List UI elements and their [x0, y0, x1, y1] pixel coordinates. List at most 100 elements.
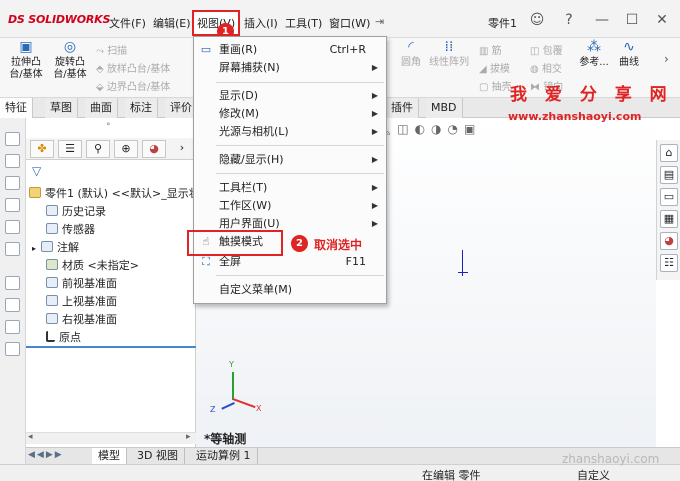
appearance-icon[interactable]: ◕ [660, 232, 678, 250]
scroll-right-icon[interactable]: ▸ [186, 432, 191, 442]
menu-separator [216, 173, 384, 174]
menu-insert[interactable]: 插入(I) [244, 15, 278, 31]
status-customize[interactable]: 自定义 [577, 467, 610, 481]
watermark-bottom: zhanshaoyi.com [562, 452, 660, 466]
tab-sketch[interactable]: 草图 [45, 98, 78, 118]
tree-item-sensors[interactable]: 传感器 [46, 223, 95, 237]
feature-tree-tab-icon[interactable]: ✤ [30, 140, 54, 158]
tree-item-front-plane[interactable]: 前视基准面 [46, 277, 117, 291]
sketch-tool-icon[interactable] [5, 176, 20, 190]
tab-markup[interactable]: 标注 [125, 98, 158, 118]
property-manager-tab-icon[interactable]: ☰ [58, 140, 82, 158]
section-icon[interactable] [5, 298, 20, 312]
tabs-scroll-right-icon[interactable]: › [170, 140, 194, 158]
configuration-tab-icon[interactable]: ⚲ [86, 140, 110, 158]
tab-motion-study[interactable]: 运动算例 1 [190, 448, 258, 465]
heads-up-toolbar[interactable]: 🔍︎◫◐◑◔▣ [376, 122, 481, 136]
origin-triad [458, 250, 468, 280]
task-pane-tabs: ⌂ ▤ ▭ ▦ ◕ ☷ [656, 140, 680, 280]
document-title: 零件1 [488, 17, 517, 30]
menu-item-redraw[interactable]: ▭ 重画(R) Ctrl+R [194, 41, 386, 59]
boundary-button[interactable]: ⬙ 边界凸台/基体 [96, 78, 170, 93]
rollback-bar[interactable] [26, 346, 196, 348]
maximize-icon[interactable]: ☐ [623, 11, 641, 29]
sketch-tool-icon[interactable] [5, 154, 20, 168]
menu-tools[interactable]: 工具(T) [285, 15, 322, 31]
shell-button[interactable]: ▢ 抽壳 [479, 78, 512, 93]
file-explorer-icon[interactable]: ▭ [660, 188, 678, 206]
sketch-tool-icon[interactable] [5, 132, 20, 146]
sketch-tool-icon[interactable] [5, 220, 20, 234]
rib-button[interactable]: ▥ 筋 [479, 42, 502, 57]
menu-item-toolbars[interactable]: 工具栏(T) ▶ [194, 179, 386, 197]
scroll-left-icon[interactable]: ◂ [28, 432, 33, 442]
custom-properties-icon[interactable]: ☷ [660, 254, 678, 272]
fullscreen-icon: ⛶ [202, 255, 210, 268]
design-library-icon[interactable]: ▤ [660, 166, 678, 184]
tree-item-origin[interactable]: 原点 [46, 331, 81, 345]
filter-icon[interactable]: ▽ [32, 164, 41, 178]
extrude-boss-button[interactable]: ▣ 拉伸凸 台/基体 [6, 40, 46, 81]
fillet-button[interactable]: ◜ 圆角 [398, 39, 424, 69]
wrap-button[interactable]: ◫ 包覆 [530, 42, 563, 57]
horizontal-scrollbar[interactable]: ◂ ▸ [26, 432, 196, 444]
ribbon-more-icon[interactable]: › [664, 52, 669, 66]
plane-icon [46, 313, 58, 324]
reference-geometry-button[interactable]: ⁂ 参考... [578, 40, 610, 69]
measure-icon[interactable] [5, 276, 20, 290]
tab-mbd[interactable]: MBD [426, 98, 463, 118]
tab-surfaces[interactable]: 曲面 [85, 98, 118, 118]
tab-model[interactable]: 模型 [92, 448, 127, 465]
menu-edit[interactable]: 编辑(E) [153, 15, 191, 31]
revolve-boss-button[interactable]: ◎ 旋转凸 台/基体 [50, 40, 90, 81]
display-manager-tab-icon[interactable]: ◕ [142, 140, 166, 158]
watermark-url: www.zhanshaoyi.com [508, 110, 642, 123]
tab-scroll-arrows-icon[interactable]: ◀◀▶▶ [28, 450, 64, 460]
view-menu-dropdown: ▭ 重画(R) Ctrl+R 屏幕捕获(N) ▶ 显示(D) ▶ 修改(M) ▶… [193, 36, 387, 304]
touch-mode-highlight [187, 230, 283, 256]
menu-item-workspace[interactable]: 工作区(W) ▶ [194, 197, 386, 215]
view-palette-icon[interactable]: ▦ [660, 210, 678, 228]
tree-item-annotations[interactable]: ▸ 注解 [32, 241, 79, 256]
tab-features[interactable]: 特征 [0, 98, 33, 118]
tree-item-history[interactable]: 历史记录 [46, 205, 106, 219]
curves-button[interactable]: ∿ 曲线 [614, 40, 644, 69]
menu-item-lights-cameras[interactable]: 光源与相机(L) ▶ [194, 123, 386, 141]
sketch-tool-icon[interactable] [5, 198, 20, 212]
linear-pattern-button[interactable]: ⁞⁞ 线性阵列 [427, 40, 471, 69]
material-icon [46, 259, 58, 270]
menu-item-customize-menu[interactable]: 自定义菜单(M) [194, 281, 386, 299]
feature-manager-tabs: ✤ ☰ ⚲ ⊕ ◕ › [26, 138, 196, 160]
sketch-tool-icon[interactable] [5, 242, 20, 256]
expand-arrow-icon[interactable]: ▸ [32, 244, 36, 253]
tab-3d-views[interactable]: 3D 视图 [131, 448, 185, 465]
home-icon[interactable]: ⌂ [660, 144, 678, 162]
minimize-icon[interactable]: — [593, 11, 611, 29]
view-icon[interactable] [5, 342, 20, 356]
sweep-button[interactable]: ⤳ 扫描 [96, 42, 127, 57]
close-icon[interactable]: ✕ [653, 11, 671, 29]
view-icon[interactable] [5, 320, 20, 334]
draft-button[interactable]: ◢ 拔模 [479, 60, 510, 75]
menu-file[interactable]: 文件(F) [109, 15, 146, 31]
tree-item-material[interactable]: 材质 <未指定> [46, 259, 139, 273]
collapse-handle[interactable]: ° [106, 122, 111, 132]
intersect-button[interactable]: ◍ 相交 [530, 60, 562, 75]
menu-item-hide-show[interactable]: 隐藏/显示(H) ▶ [194, 151, 386, 169]
pin-icon[interactable]: ⇥ [375, 15, 384, 28]
user-icon[interactable]: ☺ [528, 11, 546, 29]
tree-root-part[interactable]: 零件1 (默认) <<默认>_显示状 [29, 187, 200, 201]
solidworks-logo[interactable]: DS SOLIDWORKS [8, 13, 110, 26]
help-icon[interactable]: ? [560, 11, 578, 29]
tab-addins[interactable]: 插件 [386, 98, 419, 118]
menu-window[interactable]: 窗口(W) [329, 15, 370, 31]
menu-item-display[interactable]: 显示(D) ▶ [194, 87, 386, 105]
loft-button[interactable]: ⬘ 放样凸台/基体 [96, 60, 170, 75]
menu-item-modify[interactable]: 修改(M) ▶ [194, 105, 386, 123]
menu-item-screen-capture[interactable]: 屏幕捕获(N) ▶ [194, 59, 386, 77]
fillet-icon: ◜ [408, 39, 414, 55]
tree-item-right-plane[interactable]: 右视基准面 [46, 313, 117, 327]
submenu-arrow-icon: ▶ [371, 201, 378, 210]
dimxpert-tab-icon[interactable]: ⊕ [114, 140, 138, 158]
tree-item-top-plane[interactable]: 上视基准面 [46, 295, 117, 309]
